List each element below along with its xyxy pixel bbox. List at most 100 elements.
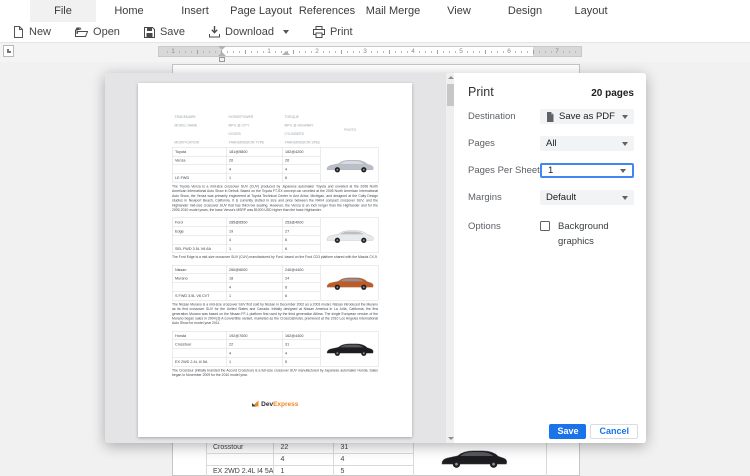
table-cell: 182@4200 [282,147,320,156]
table-cell: 6 [282,235,320,244]
hanging-indent-marker[interactable] [218,52,226,56]
table-cell: 22 [274,442,334,454]
field-destination: Destination Save as PDF [468,109,634,124]
table-cell: 260@6000 [226,265,282,274]
ribbon-tab-home[interactable]: Home [96,0,162,22]
table-cell: 22 [226,340,282,349]
ruler-tick [395,51,396,53]
pages-per-sheet-dropdown[interactable]: 1 [540,163,634,178]
table-cell [172,349,226,358]
ruler-tick [569,51,570,53]
new-document-icon [13,26,24,38]
download-button[interactable]: Download [209,26,289,38]
table-cell [172,235,226,244]
table-cell [172,165,226,174]
open-label: Open [93,26,120,38]
table-cell: Venza [172,156,226,165]
ruler-tick [545,51,546,53]
table-row: Toyota181@5800182@4200 [172,147,378,156]
open-button[interactable]: Open [75,26,120,38]
ruler-number: 1 [168,47,178,56]
cancel-button[interactable]: Cancel [590,424,638,439]
table-cell: S FWD 3.5L V6 CVT [172,291,226,300]
ruler-tick [275,51,276,53]
ruler-tick [251,51,252,53]
ruler-tick [449,51,450,53]
print-button[interactable]: Print [313,26,353,38]
ruler-number: 1 [264,47,274,56]
chevron-down-icon [622,196,628,200]
header-cell [172,130,226,139]
destination-label: Destination [468,109,516,124]
ruler-tick [347,51,348,53]
indent-marker[interactable] [282,51,290,55]
ribbon-tab-file[interactable]: File [30,0,96,22]
table-cell: 4 [282,349,320,358]
table-cell: 4 [226,349,282,358]
ribbon-tab-insert[interactable]: Insert [162,0,228,22]
first-line-indent-marker[interactable] [218,46,226,50]
header-cell: TRANSMISSION TYPE [226,139,282,148]
ruler-tick [341,50,342,54]
table-cell: 18 [226,274,282,283]
pages-dropdown[interactable]: All [540,136,634,151]
ribbon-tab-view[interactable]: View [426,0,492,22]
margins-label: Margins [468,190,502,205]
table-cell: EX 2WD 2.4L I4 5A [172,357,226,366]
preview-car-table-3: Nissan260@6000240@4400Murano182446S FWD … [172,265,379,301]
ruler-number: 2 [312,47,322,56]
ruler-tick [563,51,564,53]
table-cell: 4 [226,283,282,292]
printer-icon [313,26,325,38]
ruler-tick [257,51,258,53]
preview-scrollbar[interactable] [445,73,454,443]
scroll-down-icon[interactable] [447,434,454,443]
destination-dropdown[interactable]: Save as PDF [540,109,634,124]
table-cell: 26 [282,156,320,165]
table-cell: 181@5800 [226,147,282,156]
ruler-tick [239,51,240,53]
table-cell: 285@6500 [226,218,282,227]
table-cell: 6 [282,283,320,292]
table-cell: 4 [274,454,334,466]
chevron-down-icon [622,115,628,119]
print-preview-pane: TRADEMARKHORSEPOWERTORQUEPHOTOMODEL NAME… [105,73,445,443]
background-graphics-checkbox[interactable] [540,221,550,231]
ruler-tick [437,50,438,54]
ruler-tick [551,51,552,53]
print-preview-page: TRADEMARKHORSEPOWERTORQUEPHOTOMODEL NAME… [138,83,412,437]
ruler-tick [479,51,480,53]
ruler-tick [575,51,576,53]
table-cell: 6 [282,244,320,253]
ruler-tick [323,51,324,53]
scroll-up-icon[interactable] [447,73,454,82]
print-dialog-title: Print [468,85,494,99]
save-button-toolbar[interactable]: Save [144,26,185,38]
ruler-tick [227,51,228,53]
table-row: Ford285@6500253@4000 [172,218,378,227]
table-cell: Nissan [172,265,226,274]
car-photo-black [437,444,510,471]
ribbon-tab-references[interactable]: References [294,0,360,22]
table-cell: Ford [172,218,226,227]
tab-stop-selector[interactable] [3,45,14,57]
ribbon-tab-layout[interactable]: Layout [558,0,624,22]
margins-dropdown[interactable]: Default [540,190,634,205]
scrollbar-thumb[interactable] [447,84,454,106]
table-cell: 5 [334,466,414,476]
new-button[interactable]: New [13,26,51,38]
ribbon-tab-page-layout[interactable]: Page Layout [228,0,294,22]
ruler-tick [263,51,264,53]
table-cell: Honda [172,331,226,340]
table-cell: 6 [282,174,320,183]
table-cell [207,454,274,466]
ribbon-tab-design[interactable]: Design [492,0,558,22]
ruler-tick [419,51,420,53]
print-label: Print [330,26,353,38]
ribbon-tab-bar: FileHomeInsertPage LayoutReferencesMail … [0,0,750,22]
table-cell: 240@4400 [282,265,320,274]
save-button[interactable]: Save [549,424,586,439]
header-cell: DOORS [226,130,282,139]
ribbon-tab-mail-merge[interactable]: Mail Merge [360,0,426,22]
ruler-tick [539,51,540,53]
